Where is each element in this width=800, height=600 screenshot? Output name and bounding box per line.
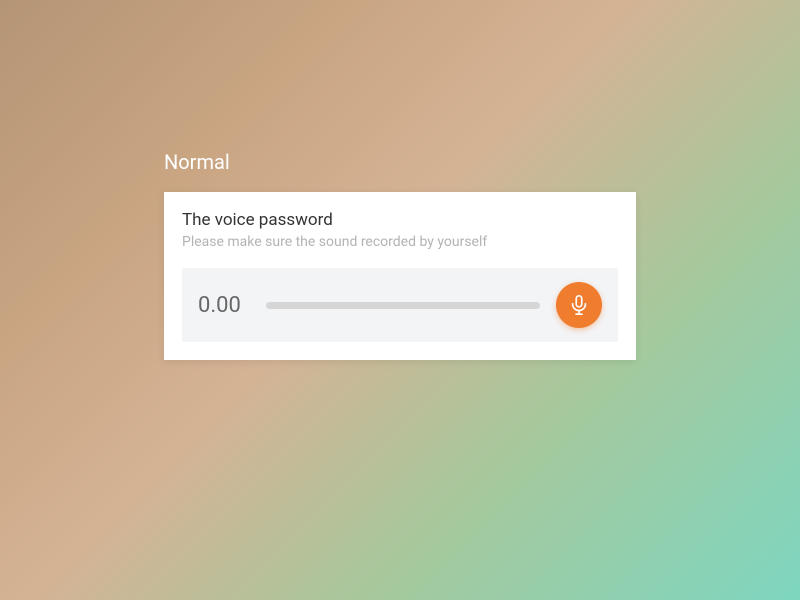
card-title: The voice password — [182, 210, 618, 230]
recorder-bar: 0.00 — [182, 268, 618, 342]
section-label: Normal — [164, 150, 230, 174]
voice-password-card: The voice password Please make sure the … — [164, 192, 636, 360]
record-button[interactable] — [556, 282, 602, 328]
card-subtitle: Please make sure the sound recorded by y… — [182, 234, 618, 250]
recorder-track[interactable] — [266, 302, 540, 309]
microphone-icon — [568, 294, 590, 316]
recorder-timer: 0.00 — [198, 293, 250, 318]
